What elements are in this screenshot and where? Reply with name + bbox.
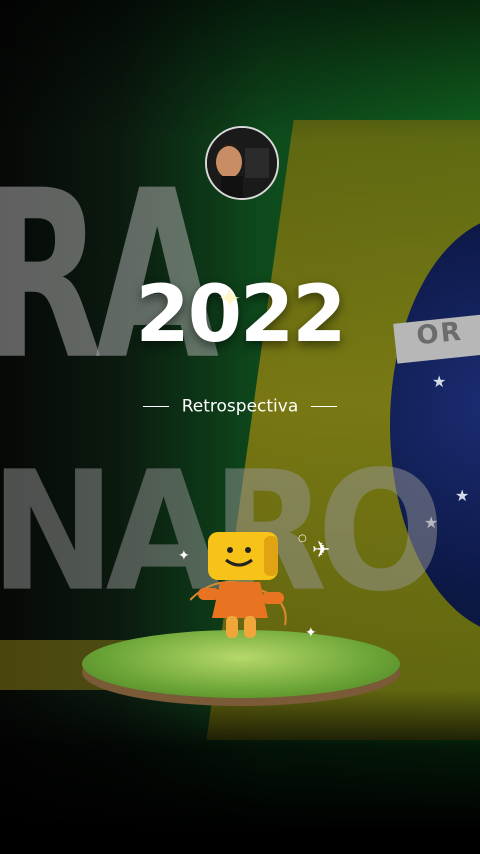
divider-left (142, 406, 169, 407)
subtitle-text: Retrospectiva (181, 396, 299, 417)
sparkle-icon: ✦ (178, 548, 190, 564)
star-icon: ★ (432, 372, 447, 391)
circle-icon: ○ (298, 533, 307, 544)
paper-plane-icon: ✈ (312, 538, 331, 563)
divider-right (311, 406, 338, 407)
star-icon: ★ (455, 486, 470, 505)
profile-avatar[interactable] (205, 126, 279, 200)
avatar-photo (207, 128, 277, 198)
subtitle-row: Retrospectiva (0, 396, 480, 417)
smiley-mascot-icon (190, 532, 287, 638)
story-screen[interactable]: OR ★ ★ ★ RA NARO 2022 ✦ Retrospectiva (0, 0, 480, 854)
bottom-shade (0, 690, 480, 854)
sparkle-icon: ✦ (218, 282, 242, 315)
top-shade (0, 0, 480, 140)
sparkle-icon: ✦ (305, 625, 317, 641)
